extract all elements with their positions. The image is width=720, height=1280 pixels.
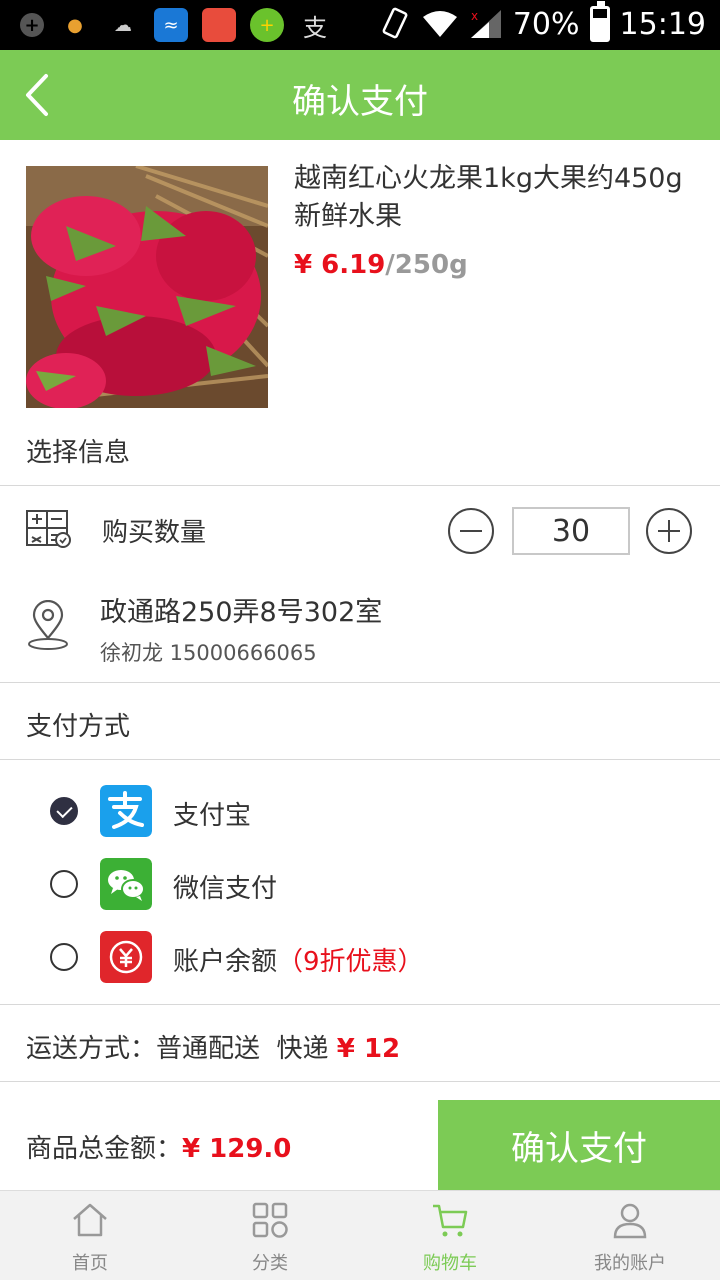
quantity-increase-button[interactable] — [646, 508, 692, 554]
add-notification-icon: + — [20, 13, 44, 37]
select-info-label: 选择信息 — [26, 438, 131, 468]
payment-option-balance[interactable]: 账户余额（9折优惠） — [0, 929, 720, 985]
alipay-label: 支付宝 — [173, 795, 251, 832]
home-icon — [73, 1203, 107, 1237]
browser-app-icon — [202, 8, 236, 42]
payment-option-wechat[interactable]: 微信支付 — [0, 856, 720, 912]
confirm-payment-button[interactable]: 确认支付 — [438, 1100, 720, 1190]
category-icon — [252, 1202, 288, 1238]
phone-rotate-icon — [382, 7, 408, 39]
nav-category-label: 分类 — [252, 1253, 288, 1274]
balance-promo: （9折优惠） — [277, 947, 424, 977]
system-indicators: x 70% 15:19 — [381, 1, 706, 42]
payment-option-alipay[interactable]: 支付宝 — [0, 783, 720, 839]
payment-method-label: 支付方式 — [26, 712, 131, 742]
address-contact: 徐初龙 15000666065 — [100, 641, 317, 665]
nav-account[interactable]: 我的账户 — [540, 1191, 720, 1280]
product-name[interactable]: 越南红心火龙果1kg大果约450g新鲜水果 — [294, 160, 704, 236]
alipay-notification-icon: 支 — [303, 13, 327, 42]
delivery-method[interactable]: 运送方式：普通配送 快递 ¥ 12 — [26, 1028, 400, 1065]
radio-wechat[interactable] — [50, 870, 78, 898]
header-bar: 确认支付 — [0, 50, 720, 140]
radio-balance[interactable] — [50, 943, 78, 971]
total-amount: 商品总金额：¥ 129.0 — [26, 1128, 291, 1165]
status-bar: + ● ☁ ≈ + 支 x 70% 15:19 — [0, 0, 720, 50]
wifi-icon — [422, 11, 457, 37]
squirrel-app-icon: ● — [67, 14, 83, 36]
wechat-pay-icon — [100, 858, 152, 910]
notification-icons: + ● ☁ ≈ + 支 — [20, 8, 332, 42]
total-label: 商品总金额： — [26, 1134, 183, 1164]
nav-category[interactable]: 分类 — [180, 1191, 360, 1280]
product-image[interactable] — [26, 166, 268, 408]
signal-icon: x — [470, 9, 501, 38]
balance-label: 账户余额（9折优惠） — [173, 941, 424, 978]
security-app-icon: + — [250, 8, 284, 42]
battery-icon — [589, 1, 610, 42]
nav-cart[interactable]: 购物车 — [360, 1191, 540, 1280]
wechat-label-text: 微信支付 — [173, 874, 278, 904]
location-pin-icon — [28, 600, 68, 650]
total-value: ¥ 129.0 — [182, 1134, 292, 1164]
divider — [0, 682, 720, 683]
nav-cart-label: 购物车 — [423, 1253, 477, 1274]
user-icon — [613, 1203, 647, 1239]
battery-percent: 70% — [512, 6, 580, 42]
balance-label-text: 账户余额 — [173, 947, 278, 977]
balance-icon — [100, 931, 152, 983]
radio-alipay[interactable] — [50, 797, 78, 825]
divider — [0, 1004, 720, 1005]
divider — [0, 1081, 720, 1082]
address-line[interactable]: 政通路250弄8号302室 — [100, 590, 382, 629]
delivery-text: 运送方式：普通配送 快递 — [26, 1034, 329, 1064]
quantity-decrease-button[interactable] — [448, 508, 494, 554]
nav-home[interactable]: 首页 — [0, 1191, 180, 1280]
nav-account-label: 我的账户 — [594, 1253, 666, 1274]
quantity-label: 购买数量 — [102, 518, 207, 548]
price-value: ¥ 6.19 — [294, 250, 386, 280]
alipay-label-text: 支付宝 — [173, 801, 252, 831]
divider — [0, 759, 720, 760]
nav-home-label: 首页 — [72, 1253, 108, 1274]
calculator-icon — [26, 510, 71, 548]
product-price: ¥ 6.19/250g — [294, 250, 468, 280]
page-title: 确认支付 — [292, 82, 428, 122]
alipay-icon — [100, 785, 152, 837]
svg-text:x: x — [471, 9, 478, 23]
cart-icon — [433, 1204, 468, 1237]
clock: 15:19 — [619, 6, 706, 42]
weather-icon: ☁ — [114, 14, 132, 36]
price-unit: /250g — [385, 250, 468, 280]
quantity-input[interactable] — [512, 507, 630, 555]
divider — [0, 485, 720, 486]
bottom-nav: 首页 分类 购物车 我的账户 — [0, 1190, 720, 1280]
wechat-label: 微信支付 — [173, 868, 277, 905]
wifi-app-icon: ≈ — [154, 8, 188, 42]
delivery-fee: ¥ 12 — [336, 1034, 401, 1064]
